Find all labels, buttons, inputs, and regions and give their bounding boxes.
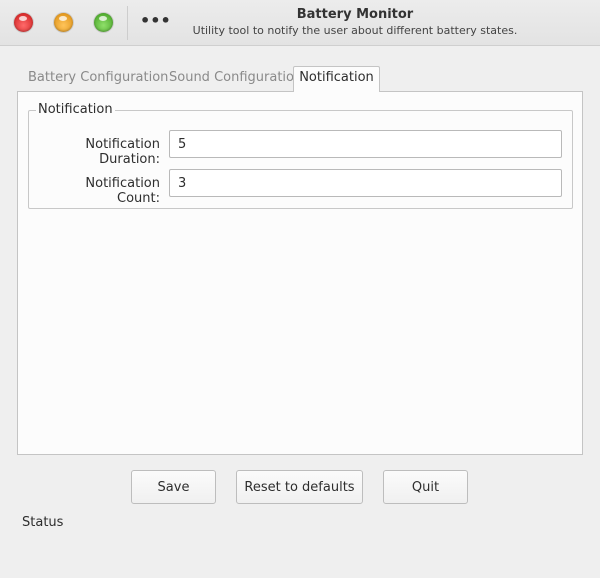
window-subtitle: Utility tool to notify the user about di… <box>192 24 518 37</box>
notification-count-field[interactable] <box>169 169 562 197</box>
quit-button[interactable]: Quit <box>383 470 468 504</box>
tab-notification[interactable]: Notification <box>293 66 380 92</box>
reset-to-defaults-button[interactable]: Reset to defaults <box>236 470 363 504</box>
tab-battery-configuration[interactable]: Battery Configuration <box>24 67 172 91</box>
title-bar: ••• Battery Monitor Utility tool to noti… <box>0 0 600 46</box>
groupbox-title: Notification <box>36 102 115 117</box>
notification-duration-field[interactable] <box>169 130 562 158</box>
status-text: Status <box>22 515 64 530</box>
notification-count-label: Notification Count: <box>85 176 160 206</box>
notification-groupbox: Notification Notification Duration: Noti… <box>28 102 573 209</box>
close-window-button[interactable] <box>14 13 33 32</box>
tab-sound-configuration[interactable]: Sound Configuration <box>165 67 306 91</box>
titlebar-separator <box>127 6 128 40</box>
save-button[interactable]: Save <box>131 470 216 504</box>
notification-tab-panel: Notification Notification Duration: Noti… <box>17 91 583 455</box>
window-title: Battery Monitor <box>296 7 414 22</box>
minimize-window-button[interactable] <box>54 13 73 32</box>
battery-monitor-window: ••• Battery Monitor Utility tool to noti… <box>0 0 600 578</box>
notification-duration-label: Notification Duration: <box>85 137 160 167</box>
maximize-window-button[interactable] <box>94 13 113 32</box>
